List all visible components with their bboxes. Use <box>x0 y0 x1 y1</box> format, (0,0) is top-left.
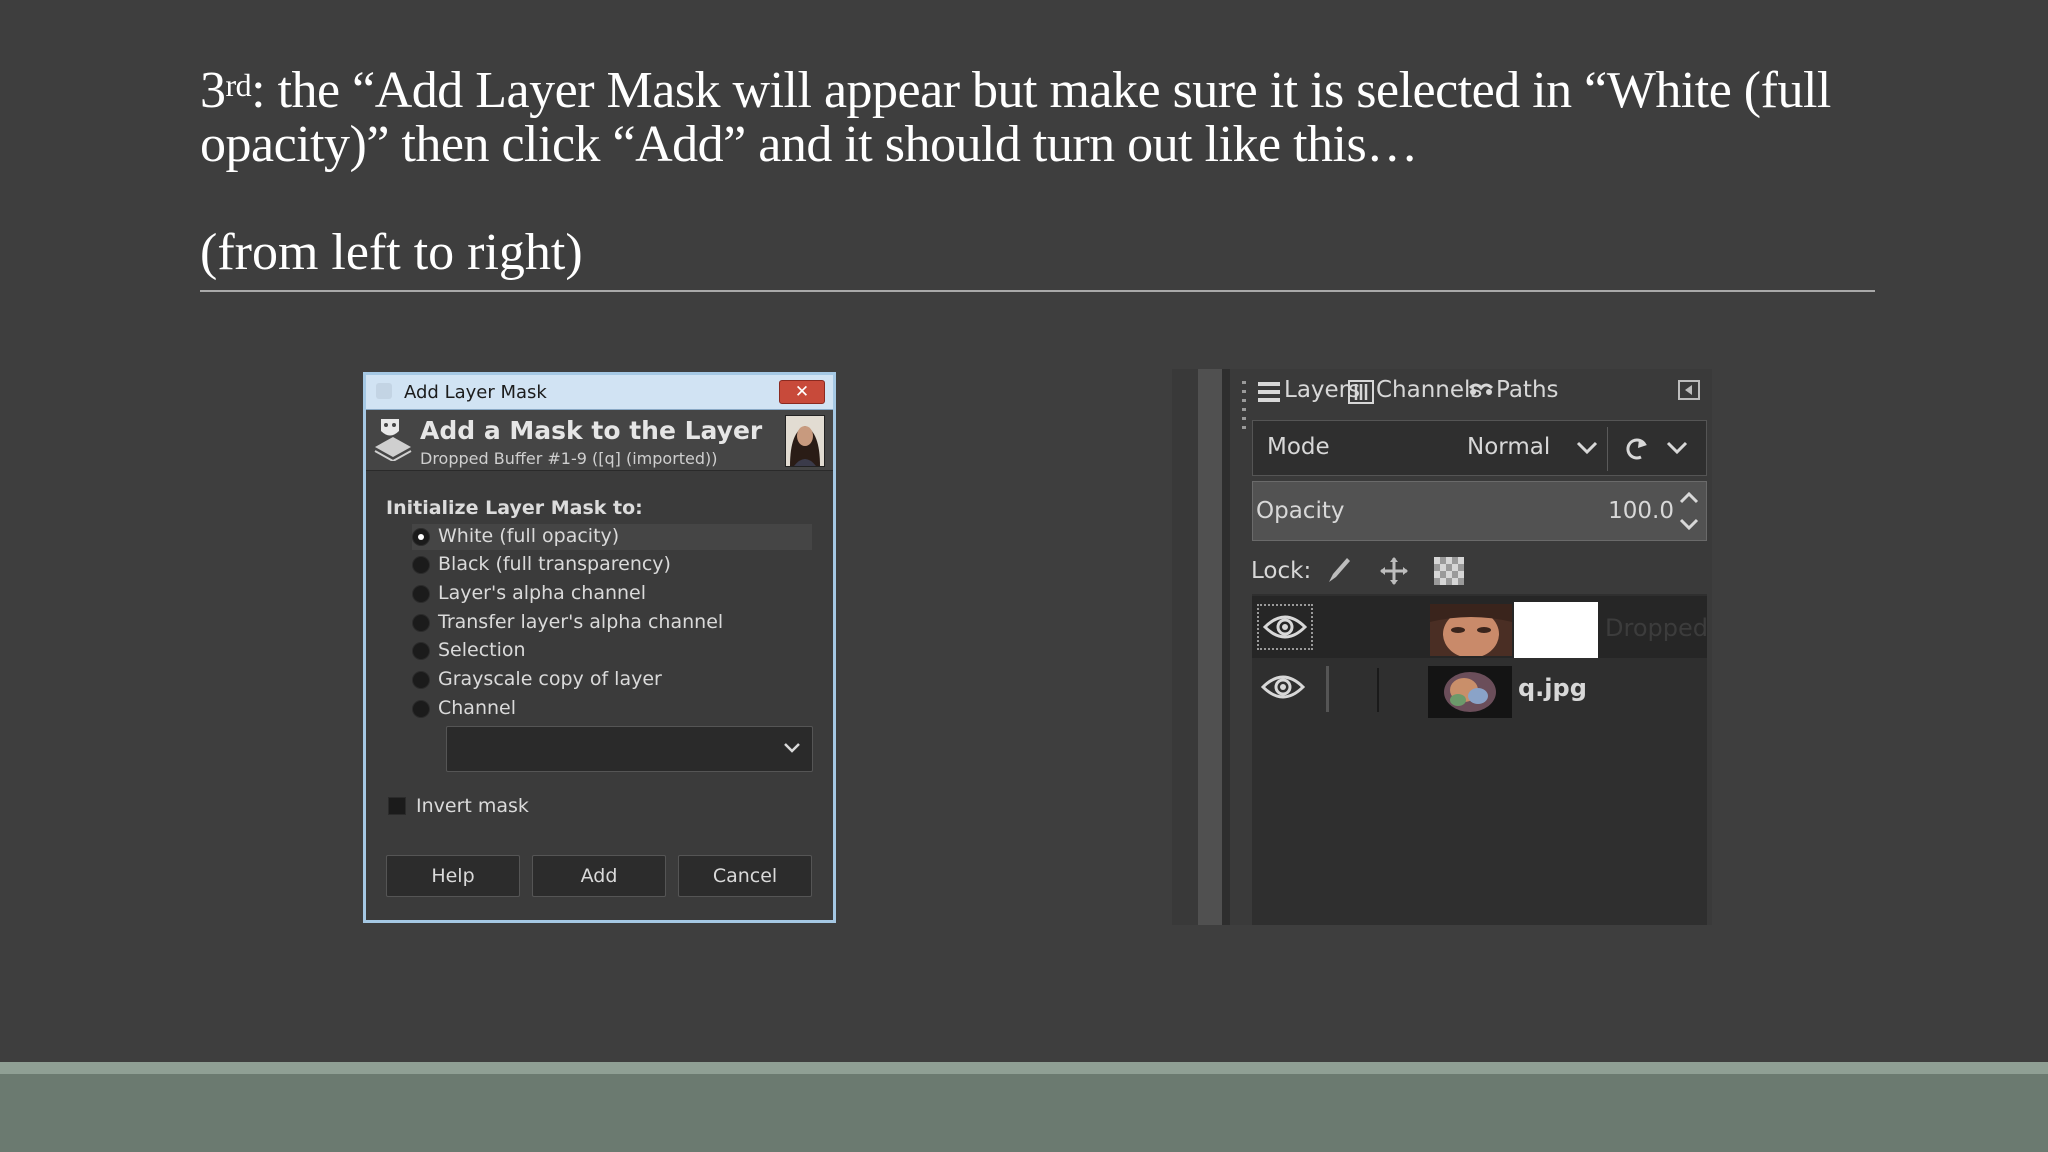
dialog-header-title: Add a Mask to the Layer <box>420 416 763 445</box>
option-label: Black (full transparency) <box>438 553 671 575</box>
slide-title: 3rd: the “Add Layer Mask will appear but… <box>200 64 1900 172</box>
slide-footer <box>0 1074 2048 1152</box>
add-layer-mask-dialog: Add Layer Mask ✕ Add a Mask to the Layer… <box>363 372 836 923</box>
radio-button[interactable] <box>412 671 430 689</box>
option-black-full-transparency[interactable]: Black (full transparency) <box>412 552 812 578</box>
option-layer-alpha-channel[interactable]: Layer's alpha channel <box>412 581 812 607</box>
cancel-button[interactable]: Cancel <box>678 855 812 897</box>
mode-separator <box>1607 427 1608 471</box>
lock-label: Lock: <box>1251 558 1312 584</box>
opacity-label: Opacity <box>1256 498 1345 524</box>
option-label: Channel <box>438 697 517 719</box>
lock-alpha-icon[interactable] <box>1434 557 1464 585</box>
invert-mask-checkbox[interactable] <box>388 797 406 815</box>
panel-menu-icon[interactable] <box>1678 380 1700 400</box>
option-label: White (full opacity) <box>438 525 620 547</box>
layer-list: Dropped q.jpg <box>1252 594 1708 925</box>
link-toggle[interactable] <box>1326 666 1329 712</box>
dialog-window-title: Add Layer Mask <box>404 382 547 403</box>
help-button[interactable]: Help <box>386 855 520 897</box>
radio-button[interactable] <box>412 556 430 574</box>
dock-edge <box>1172 369 1198 925</box>
layer-thumbnail-face <box>1430 604 1512 656</box>
option-label: Transfer layer's alpha channel <box>438 611 724 633</box>
dialog-header: Add a Mask to the Layer Dropped Buffer #… <box>366 410 833 471</box>
app-icon <box>376 383 392 399</box>
row-divider <box>1377 668 1379 712</box>
option-grayscale-copy[interactable]: Grayscale copy of layer <box>412 667 812 693</box>
dock-separator-dark <box>1222 369 1230 925</box>
title-line-2: opacity)” then click “Add” and it should… <box>200 116 1418 173</box>
mode-label: Mode <box>1267 434 1330 460</box>
dialog-header-subtitle: Dropped Buffer #1-9 ([q] (imported)) <box>420 449 718 468</box>
option-selection[interactable]: Selection <box>412 638 812 664</box>
option-label: Selection <box>438 639 526 661</box>
channels-icon <box>1348 380 1374 404</box>
dock-tabs: Layers Channels Paths <box>1252 369 1712 413</box>
layer-mask-thumbnail[interactable] <box>1514 602 1598 658</box>
option-white-full-opacity[interactable]: White (full opacity) <box>412 524 812 550</box>
close-icon: ✕ <box>794 382 810 402</box>
dock-handle[interactable] <box>1242 381 1246 429</box>
title-superscript: rd <box>225 67 252 103</box>
chevron-down-icon[interactable] <box>1665 437 1689 459</box>
radio-button[interactable] <box>412 642 430 660</box>
layer-name[interactable]: Dropped <box>1605 614 1708 642</box>
layer-mask-icon <box>374 419 412 461</box>
visibility-toggle[interactable] <box>1257 666 1313 712</box>
option-label: Layer's alpha channel <box>438 582 647 604</box>
title-line-1: : the “Add Layer Mask will appear but ma… <box>251 62 1831 119</box>
layer-thumbnail-portrait <box>785 415 825 467</box>
tab-label: Paths <box>1496 377 1559 403</box>
eye-icon <box>1261 675 1305 699</box>
layer-row[interactable]: Dropped <box>1252 596 1708 658</box>
close-button[interactable]: ✕ <box>779 380 825 404</box>
visibility-toggle[interactable] <box>1257 604 1313 650</box>
invert-mask-label: Invert mask <box>416 795 529 817</box>
lock-pixels-icon[interactable] <box>1325 556 1353 584</box>
opacity-value: 100.0 <box>1608 498 1674 524</box>
title-divider <box>200 290 1875 292</box>
radio-button[interactable] <box>412 700 430 718</box>
footer-accent-line <box>0 1062 2048 1074</box>
layer-thumbnail-image <box>1428 666 1512 718</box>
tab-label: Channels <box>1376 377 1483 403</box>
chevron-down-icon <box>784 743 800 753</box>
mode-select[interactable]: Mode Normal <box>1252 420 1707 476</box>
option-label: Grayscale copy of layer <box>438 668 662 690</box>
radio-button[interactable] <box>412 528 430 546</box>
opacity-spinner[interactable]: Opacity 100.0 <box>1252 481 1707 541</box>
slide-subtitle: (from left to right) <box>200 224 583 281</box>
option-transfer-alpha-channel[interactable]: Transfer layer's alpha channel <box>412 610 812 636</box>
chevron-down-icon <box>1576 441 1598 455</box>
eye-icon <box>1263 615 1307 639</box>
radio-button[interactable] <box>412 585 430 603</box>
stepper-arrows-icon[interactable] <box>1678 488 1700 534</box>
layers-icon <box>1258 382 1280 402</box>
add-button[interactable]: Add <box>532 855 666 897</box>
dialog-titlebar[interactable]: Add Layer Mask ✕ <box>366 375 833 410</box>
layer-row[interactable]: q.jpg <box>1252 658 1707 720</box>
title-prefix: 3 <box>200 62 226 119</box>
option-channel[interactable]: Channel <box>412 696 812 722</box>
mode-value: Normal <box>1467 434 1551 460</box>
channel-select[interactable] <box>446 726 813 772</box>
lock-position-icon[interactable] <box>1379 556 1409 586</box>
paths-icon <box>1468 383 1494 395</box>
dock-separator <box>1198 369 1222 925</box>
composite-mode-icon[interactable] <box>1623 435 1653 463</box>
layer-name[interactable]: q.jpg <box>1518 674 1587 702</box>
radio-button[interactable] <box>412 614 430 632</box>
initialize-mask-label: Initialize Layer Mask to: <box>386 497 643 519</box>
